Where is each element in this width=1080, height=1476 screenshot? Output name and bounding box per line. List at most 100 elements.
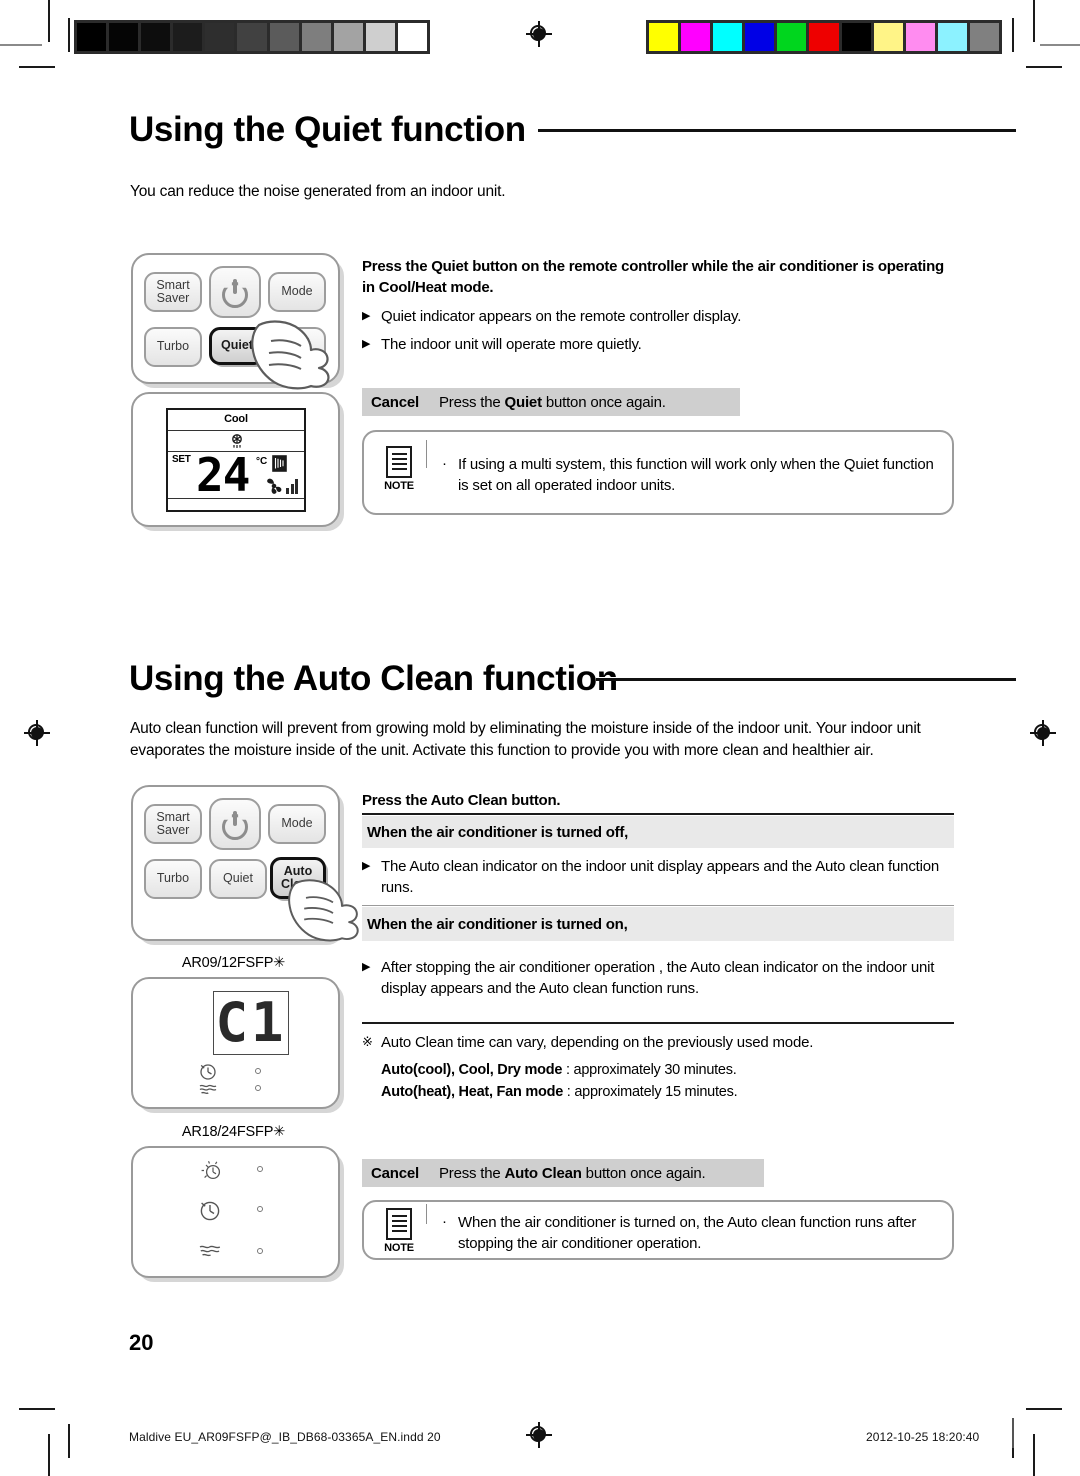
remote-button-quiet-label: Quiet	[221, 338, 253, 353]
crop-mark-bottom-right-inner	[1026, 1408, 1062, 1410]
fan-speed-bars	[286, 478, 298, 494]
instruction-lead-quiet: Press the Quiet button on the remote con…	[362, 256, 954, 299]
band-turned-on: When the air conditioner is turned on,	[362, 907, 954, 941]
remote-controller-quiet: Smart Saver Mode Turbo Quiet Auto Clean	[131, 253, 340, 390]
band-turned-off-label: When the air conditioner is turned off,	[367, 823, 629, 841]
remote-button-auto-clean-label: Auto Clean	[280, 332, 314, 360]
note-box-quiet: NOTE · If using a multi system, this fun…	[362, 430, 954, 515]
calibration-swatch	[397, 23, 428, 51]
lcd-set-label: SET	[172, 454, 191, 465]
note-text-quiet: · If using a multi system, this function…	[442, 454, 936, 497]
remote-button-mode[interactable]: Mode	[268, 804, 326, 844]
timing-2-bold: Auto(heat), Heat, Fan mode	[381, 1084, 564, 1100]
crop-mark-top-right-inner-v	[1012, 18, 1014, 52]
bullet-triangle-icon: ▶	[362, 860, 371, 872]
instruction-lead-ac-suffix: button.	[507, 792, 561, 809]
calibration-swatch	[809, 23, 839, 51]
calibration-swatch	[269, 23, 299, 51]
grayscale-calibration-strip	[74, 20, 430, 54]
device-model-label-1: AR09/12FSFP✳	[181, 955, 286, 971]
indoor-unit-display-ar09-12: C1	[131, 977, 340, 1109]
bullet-quiet-2-text: The indoor unit will operate more quietl…	[381, 336, 642, 353]
calibration-swatch	[777, 23, 807, 51]
remote-button-quiet[interactable]: Quiet	[209, 859, 267, 899]
manual-page: Using the Quiet function You can reduce …	[0, 0, 1080, 1476]
instruction-lead-ac-bold: Auto Clean	[430, 792, 508, 809]
remote-button-mode[interactable]: Mode	[268, 272, 326, 312]
page-title-quiet: Using the Quiet function	[129, 110, 526, 149]
note-label-quiet: NOTE	[384, 480, 414, 492]
remote-button-auto-clean[interactable]: Auto Clean	[268, 327, 326, 367]
bullet-triangle-icon: ▶	[362, 310, 371, 322]
instruction-lead-ac-prefix: Press the	[362, 792, 431, 809]
calibration-swatch	[937, 23, 967, 51]
remote-button-smart-saver-label: Smart Saver	[156, 277, 190, 305]
note-box-autoclean: NOTE · When the air conditioner is turne…	[362, 1200, 954, 1260]
remote-button-mode-label: Mode	[281, 816, 313, 831]
crop-mark-top-right-vertical	[1033, 0, 1035, 42]
document-icon	[386, 446, 412, 478]
note-bullet-dot: ·	[442, 1213, 447, 1230]
crop-mark-top-left-inner	[19, 66, 55, 68]
note-text-quiet-body: If using a multi system, this function w…	[458, 456, 934, 495]
bullet-triangle-icon: ▶	[362, 338, 371, 350]
remote-button-power[interactable]	[209, 798, 261, 850]
indicator-led-timer	[255, 1068, 261, 1074]
note-icon-group: NOTE	[372, 446, 426, 492]
remote-button-power[interactable]	[209, 266, 261, 318]
calibration-swatch	[841, 23, 871, 51]
remote-button-smart-saver[interactable]: Smart Saver	[144, 272, 202, 312]
remote-button-turbo-label: Turbo	[156, 871, 190, 886]
auto-clean-icon	[201, 1160, 221, 1180]
title-rule-autoclean	[596, 677, 1016, 681]
remote-button-quiet[interactable]: Quiet	[209, 327, 265, 365]
remote-button-turbo-label: Turbo	[156, 339, 190, 354]
indicator-led-airflow	[255, 1085, 261, 1091]
calibration-swatch	[237, 23, 267, 51]
bullet-quiet-1: ▶ Quiet indicator appears on the remote …	[362, 306, 954, 327]
section-rule-bottom	[362, 1022, 954, 1024]
calibration-swatch	[365, 23, 395, 51]
instruction-lead-quiet-prefix: Press the	[362, 258, 432, 275]
title-rule-quiet	[538, 128, 1016, 132]
calibration-swatch	[649, 23, 679, 51]
band-turned-off: When the air conditioner is turned off,	[362, 816, 954, 848]
calibration-swatch	[205, 23, 235, 51]
notice-autoclean-time: ※ Auto Clean time can vary, depending on…	[362, 1032, 954, 1054]
notice-autoclean-time-text: Auto Clean time can vary, depending on t…	[381, 1034, 814, 1051]
footer-rule	[1012, 1418, 1014, 1448]
note-bullet-dot: ·	[442, 455, 447, 472]
footer-file-info: Maldive EU_AR09FSFP@_IB_DB68-03365A_EN.i…	[129, 1430, 441, 1444]
calibration-swatch	[333, 23, 363, 51]
snowflake-icon	[232, 434, 242, 448]
indoor-unit-display-ar18-24	[131, 1146, 340, 1278]
lcd-screen: Cool SET 24 °C	[166, 408, 306, 512]
remote-button-auto-clean-label: Auto Clean	[280, 863, 316, 891]
crop-mark-top-left-inner-v	[68, 18, 70, 52]
remote-button-turbo[interactable]: Turbo	[144, 327, 202, 367]
crop-mark-bottom-left-vertical	[48, 1434, 50, 1476]
timer-icon	[200, 1064, 216, 1080]
indicator-led-airflow	[257, 1248, 263, 1254]
note-text-autoclean: · When the air conditioner is turned on,…	[442, 1212, 936, 1255]
crop-mark-top-right-horizontal	[1040, 44, 1080, 46]
remote-display-panel-quiet: Cool SET 24 °C	[131, 392, 340, 527]
remote-button-auto-clean[interactable]: Auto Clean	[270, 857, 326, 899]
remote-button-mode-label: Mode	[281, 284, 313, 299]
remote-button-smart-saver[interactable]: Smart Saver	[144, 804, 202, 844]
lede-quiet: You can reduce the noise generated from …	[130, 183, 506, 200]
cancel-label-autoclean: Cancel	[371, 1164, 419, 1182]
reference-mark-icon: ※	[362, 1034, 373, 1049]
bullet-autoclean-on-text: After stopping the air conditioner opera…	[381, 959, 935, 998]
lcd-mode-label: Cool	[224, 413, 248, 425]
lcd-temperature: 24	[196, 448, 250, 502]
bullet-quiet-2: ▶ The indoor unit will operate more quie…	[362, 334, 954, 355]
indicator-led-auto-clean	[257, 1166, 263, 1172]
calibration-swatch	[173, 23, 203, 51]
page-title-autoclean: Using the Auto Clean function	[129, 659, 618, 698]
power-icon	[222, 811, 248, 840]
calibration-swatch	[77, 23, 107, 51]
instruction-lead-autoclean: Press the Auto Clean button.	[362, 790, 954, 811]
remote-button-turbo[interactable]: Turbo	[144, 859, 202, 899]
power-icon	[222, 279, 248, 308]
